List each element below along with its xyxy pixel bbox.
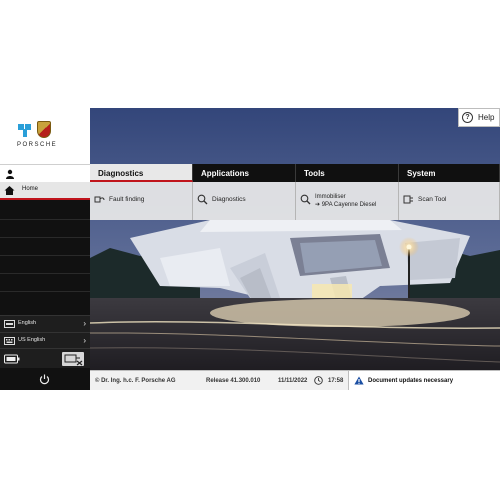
tab-diagnostics: Diagnostics Fault finding — [90, 164, 193, 220]
copyright-text: © Dr. Ing. h.c. F. Porsche AG — [95, 378, 176, 384]
tab-system-header[interactable]: System — [399, 164, 500, 182]
menu-item-line2: ➔ 9PA Cayenne Diesel — [315, 202, 377, 208]
sidebar-item-label: Home — [22, 186, 39, 192]
keyboard-icon — [4, 337, 15, 345]
vci-disconnected-icon — [64, 354, 83, 366]
sidebar-item-home[interactable]: Home — [0, 182, 90, 200]
tab-tools: Tools Immobiliser ➔ 9PA Cayenne Diesel — [296, 164, 399, 220]
tab-label: Tools — [304, 169, 325, 178]
tab-label: Diagnostics — [98, 169, 144, 178]
home-icon — [4, 186, 15, 195]
tab-diagnostics-header[interactable]: Diagnostics — [90, 164, 193, 182]
help-button[interactable]: ? Help — [458, 108, 500, 127]
menu-item-label: Scan Tool — [418, 196, 447, 203]
keyboard-label: US English — [18, 337, 46, 343]
porsche-museum-background-image — [90, 108, 500, 370]
keyboard-selector[interactable]: US English › — [0, 332, 90, 349]
tab-label: Applications — [201, 169, 250, 178]
document-updates-notice[interactable]: Document updates necessary — [348, 371, 500, 390]
language-icon — [4, 320, 15, 328]
menu-item-label: Diagnostics — [212, 196, 246, 203]
menu-item-line1: Immobiliser — [315, 194, 346, 200]
tab-label: System — [407, 169, 436, 178]
menu-item-label: Fault finding — [109, 196, 145, 203]
magnifier-icon — [300, 194, 311, 205]
help-label: Help — [478, 113, 495, 122]
menu-item-immobiliser[interactable]: Immobiliser ➔ 9PA Cayenne Diesel — [300, 192, 396, 212]
divider — [0, 237, 90, 238]
tab-applications-header[interactable]: Applications — [193, 164, 296, 182]
power-icon[interactable] — [39, 374, 50, 385]
tab-tools-panel: Immobiliser ➔ 9PA Cayenne Diesel — [296, 182, 399, 220]
divider — [0, 273, 90, 274]
sidebar: PORSCHE Home English › US English › — [0, 108, 90, 390]
date-text: 11/11/2022 — [278, 378, 308, 384]
user-button[interactable] — [0, 164, 90, 182]
language-selector[interactable]: English › — [0, 315, 90, 332]
magnifier-icon — [197, 194, 208, 205]
tab-tools-header[interactable]: Tools — [296, 164, 399, 182]
user-icon — [6, 169, 14, 179]
menu-item-label: Immobiliser ➔ 9PA Cayenne Diesel — [315, 193, 376, 209]
tester-logo-icon — [18, 124, 31, 137]
main-menu: Diagnostics Fault finding Applications D… — [90, 164, 500, 220]
menu-item-scan-tool[interactable]: Scan Tool — [403, 192, 499, 212]
tab-system-panel: Scan Tool — [399, 182, 500, 220]
porsche-wordmark: PORSCHE — [17, 142, 58, 148]
tab-system: System Scan Tool — [399, 164, 500, 220]
chevron-right-icon: › — [83, 319, 86, 328]
divider — [0, 219, 90, 220]
divider — [0, 255, 90, 256]
battery-icon[interactable] — [4, 354, 20, 364]
logo-area: PORSCHE — [0, 108, 90, 164]
help-icon: ? — [462, 112, 473, 123]
notice-text: Document updates necessary — [368, 378, 454, 384]
status-bar: © Dr. Ing. h.c. F. Porsche AG Release 41… — [90, 370, 500, 390]
menu-item-diagnostics[interactable]: Diagnostics — [197, 192, 293, 212]
tab-applications: Applications Diagnostics — [193, 164, 296, 220]
clock-icon — [314, 376, 323, 385]
warning-icon — [354, 376, 364, 385]
sidebar-tools-row — [0, 348, 90, 368]
release-text: Release 41.300.010 — [206, 378, 261, 384]
pt3g-window: PORSCHE Home English › US English › ? He… — [0, 108, 500, 390]
fault-finding-icon — [94, 196, 105, 203]
menu-item-fault-finding[interactable]: Fault finding — [94, 192, 190, 212]
tab-diagnostics-panel: Fault finding — [90, 182, 193, 220]
power-row — [0, 370, 90, 390]
divider — [0, 291, 90, 292]
tab-applications-panel: Diagnostics — [193, 182, 296, 220]
main-area: ? Help Diagnostics Fault finding Applica… — [90, 108, 500, 390]
time-text: 17:58 — [328, 378, 344, 384]
scan-tool-icon — [403, 195, 413, 204]
chevron-right-icon: › — [83, 336, 86, 345]
porsche-crest-icon — [37, 121, 51, 138]
language-label: English — [18, 320, 37, 326]
vci-disconnect-button[interactable] — [62, 352, 84, 366]
